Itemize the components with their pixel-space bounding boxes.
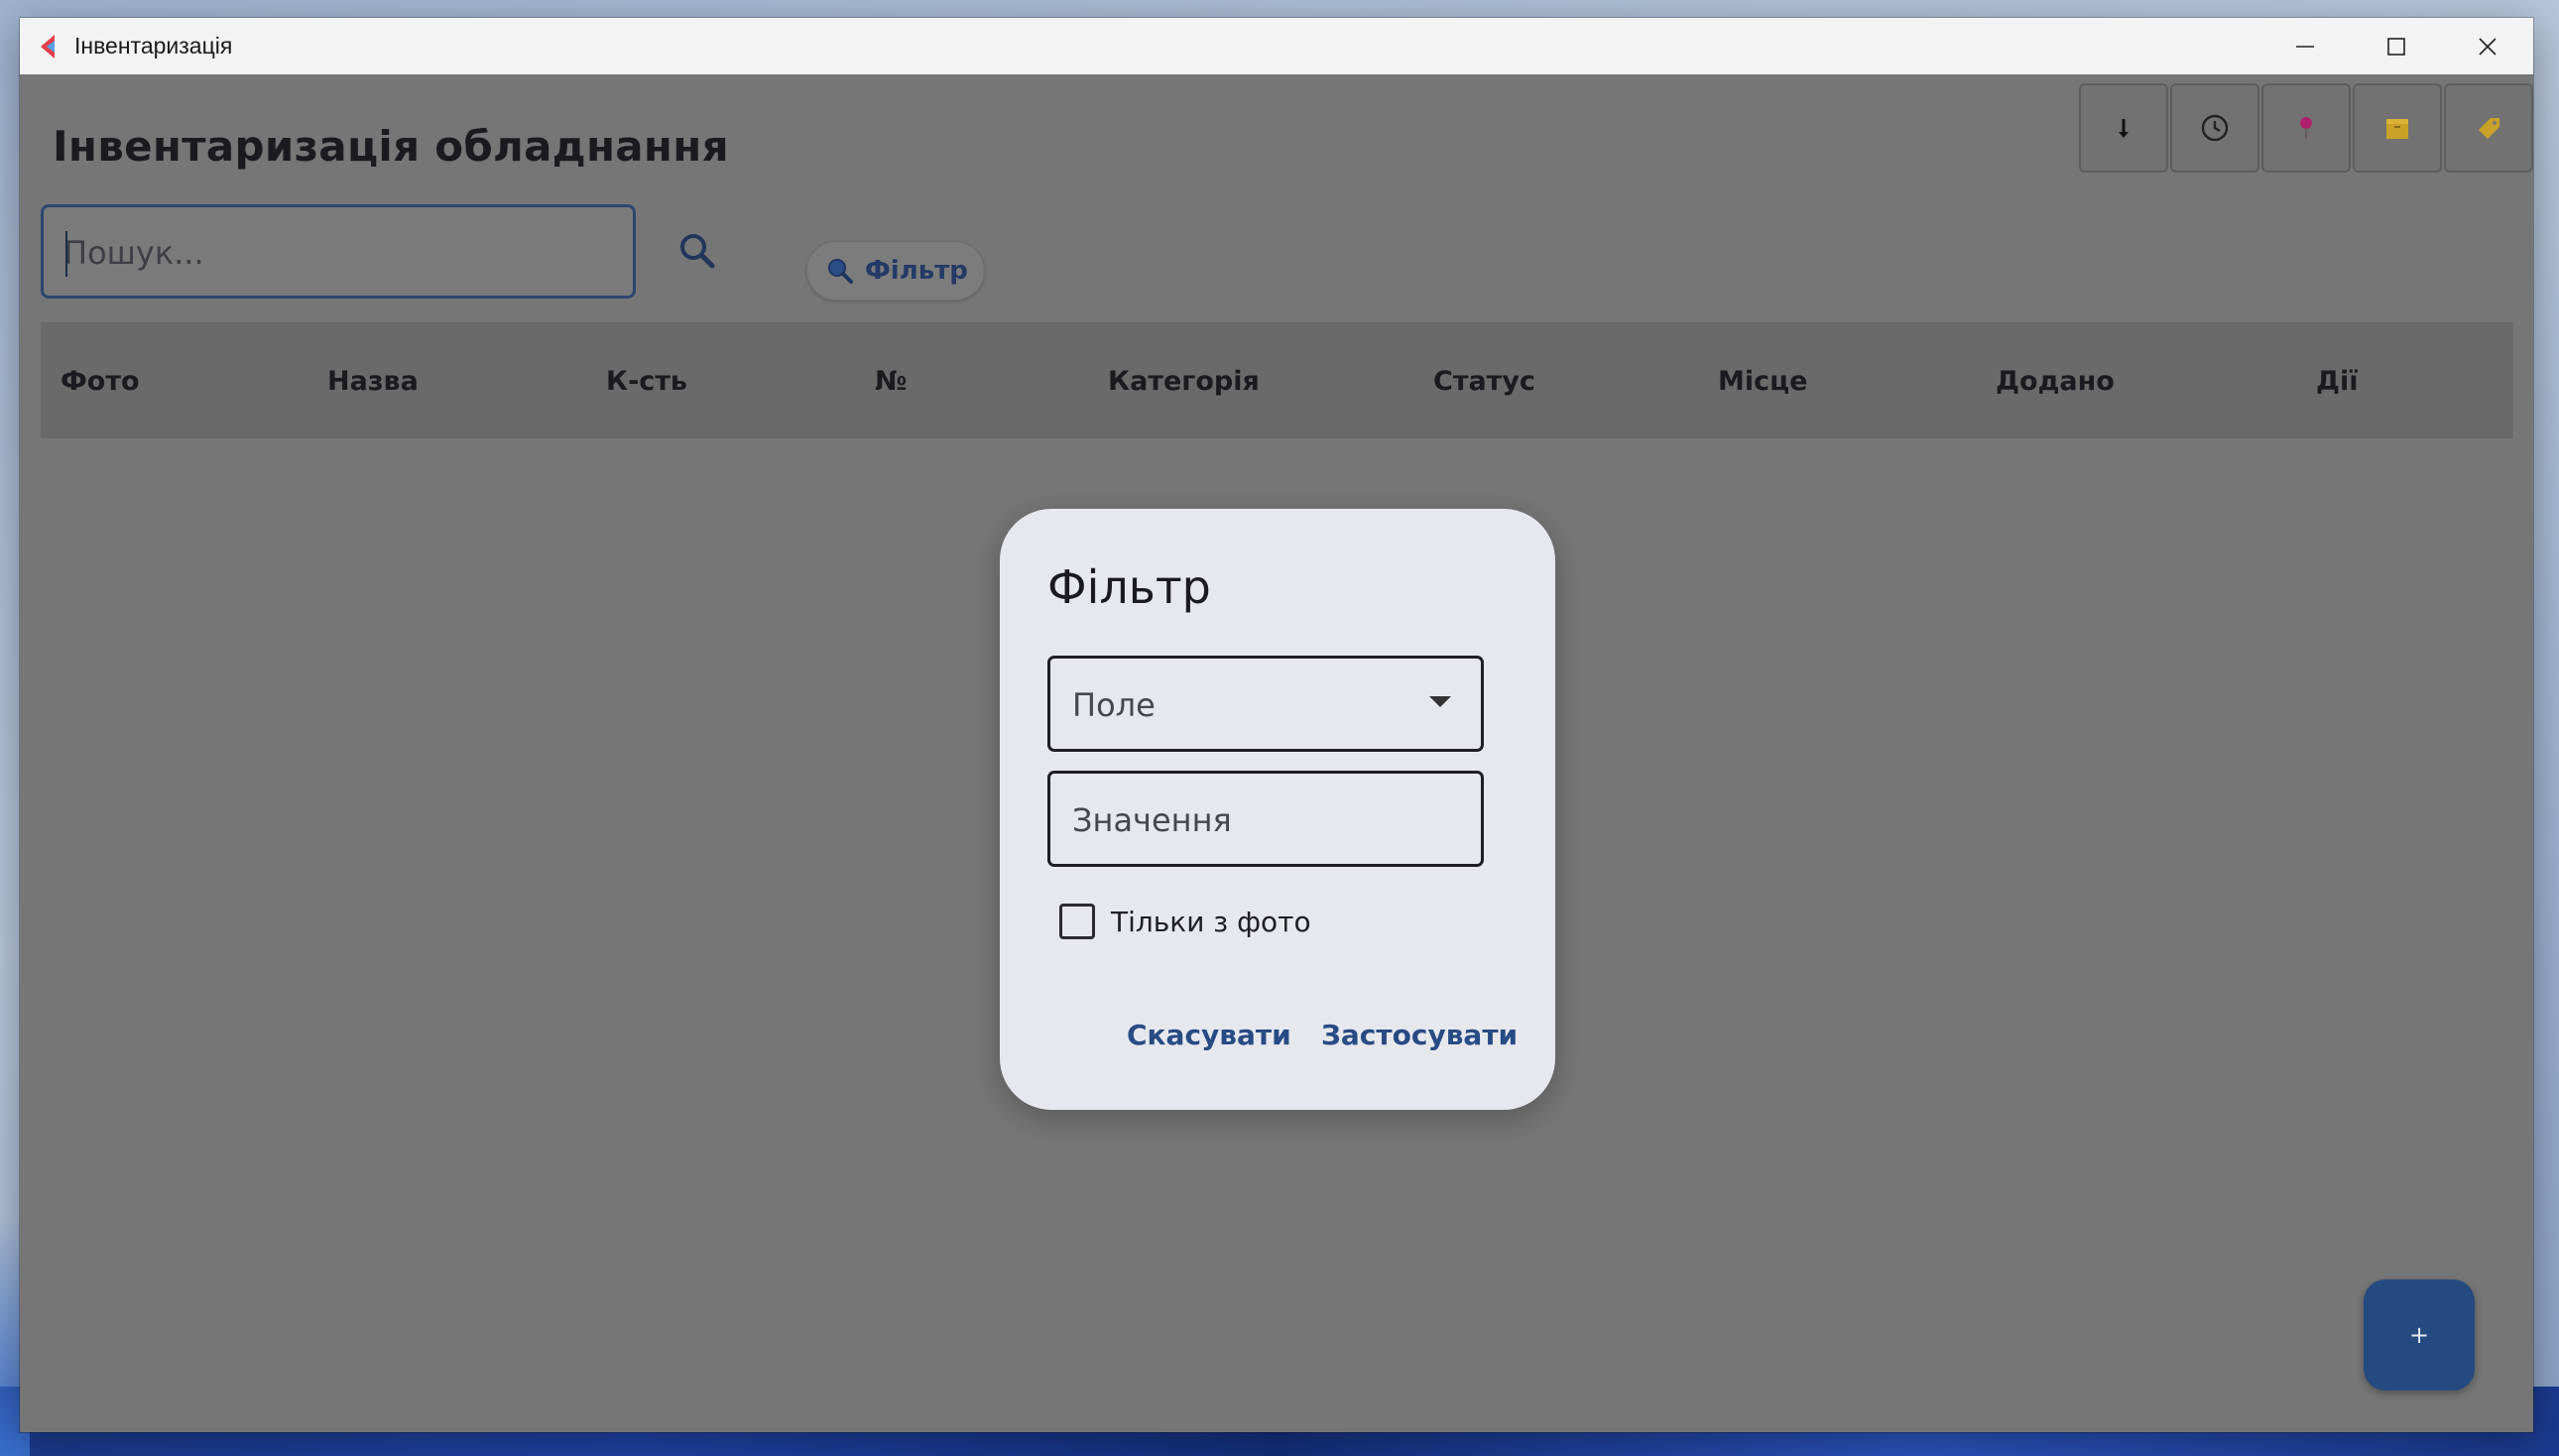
column-header-actions: Дії <box>2316 366 2359 397</box>
column-header-name[interactable]: Назва <box>327 366 419 397</box>
app-body: Інвентаризація обладнання Пошук... Фільт… <box>20 74 2533 1432</box>
text-caret <box>65 231 67 277</box>
search-icon[interactable] <box>674 228 720 274</box>
pin-icon <box>2300 117 2312 139</box>
value-input[interactable]: Значення <box>1047 771 1484 867</box>
column-header-photo[interactable]: Фото <box>61 366 140 397</box>
photo-only-checkbox[interactable] <box>1059 904 1095 939</box>
filter-dialog: Фільтр Поле Значення Тільки з фото Скасу… <box>1000 509 1555 1110</box>
magnifier-icon <box>828 259 853 284</box>
add-item-button[interactable]: + <box>2364 1279 2475 1391</box>
column-header-number[interactable]: № <box>875 366 907 397</box>
history-button[interactable] <box>2170 83 2259 173</box>
column-header-added[interactable]: Додано <box>1996 366 2115 397</box>
maximize-button[interactable] <box>2351 18 2442 74</box>
history-icon <box>2201 114 2229 142</box>
close-button[interactable] <box>2442 18 2533 74</box>
category-button[interactable] <box>2353 83 2442 173</box>
close-icon <box>2479 37 2497 56</box>
field-dropdown[interactable]: Поле <box>1047 656 1484 752</box>
dialog-title: Фільтр <box>1047 560 1211 614</box>
column-header-location[interactable]: Місце <box>1718 366 1807 397</box>
title-bar[interactable]: Інвентаризація <box>20 18 2533 74</box>
search-field[interactable] <box>41 204 636 299</box>
column-header-quantity[interactable]: К-сть <box>606 366 687 397</box>
cancel-button[interactable]: Скасувати <box>1127 1019 1291 1051</box>
value-input-placeholder: Значення <box>1072 801 1232 839</box>
table-header: Фото Назва К-сть № Категорія Статус Місц… <box>41 322 2513 438</box>
app-window: Інвентаризація Інвентаризація обладнання <box>20 18 2533 1432</box>
filter-button-label: Фільтр <box>865 256 968 286</box>
minimize-icon <box>2296 45 2314 48</box>
photo-only-label: Тільки з фото <box>1111 905 1311 938</box>
chevron-down-icon <box>1429 696 1451 707</box>
app-logo-icon <box>41 34 55 59</box>
window-title: Інвентаризація <box>74 33 233 59</box>
apply-button[interactable]: Застосувати <box>1321 1019 1518 1051</box>
maximize-icon <box>2387 37 2405 56</box>
sort-icon <box>2119 119 2129 138</box>
filter-button[interactable]: Фільтр <box>806 241 985 301</box>
photo-only-option[interactable]: Тільки з фото <box>1059 904 1311 939</box>
top-toolbar <box>2079 83 2533 173</box>
sort-button[interactable] <box>2079 83 2168 173</box>
minimize-button[interactable] <box>2259 18 2351 74</box>
add-icon: + <box>2408 1321 2430 1349</box>
location-button[interactable] <box>2261 83 2351 173</box>
field-dropdown-placeholder: Поле <box>1072 686 1156 724</box>
window-controls <box>2259 18 2533 74</box>
tag-button[interactable] <box>2444 83 2533 173</box>
search-input[interactable] <box>63 229 599 277</box>
box-icon <box>2386 119 2408 139</box>
column-header-status[interactable]: Статус <box>1433 366 1535 397</box>
column-header-category[interactable]: Категорія <box>1108 366 1260 397</box>
page-title: Інвентаризація обладнання <box>53 122 729 171</box>
tag-icon <box>2479 118 2499 139</box>
